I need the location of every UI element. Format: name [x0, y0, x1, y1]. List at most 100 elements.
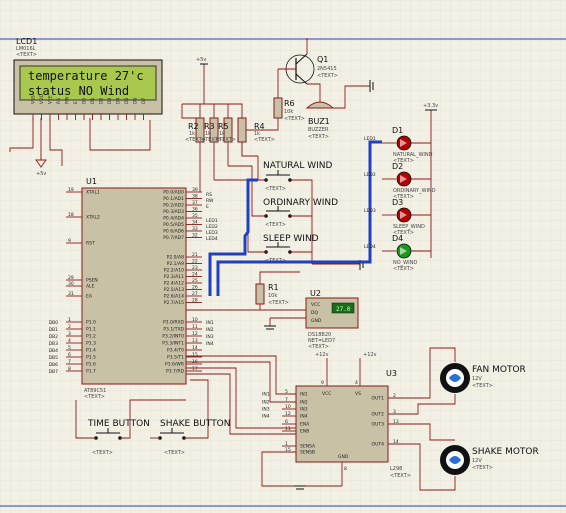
- mcu-pin-name: P2.4/A12: [164, 281, 184, 287]
- mcu-pin-name: P0.6/AD6: [163, 229, 184, 235]
- mcu-net-label: RW: [206, 198, 214, 204]
- mcu-pin-num-17: 17: [192, 366, 198, 372]
- mcu-pin-name: P3.4/T0: [167, 348, 184, 354]
- fan-motor-text-tag: <TEXT>: [472, 383, 493, 389]
- switch-time-button-label: TIME BUTTON: [87, 419, 150, 429]
- mcu-pin-num-28: 28: [192, 298, 198, 304]
- lcd-pin-label-e: E: [73, 101, 79, 104]
- mcu-pin-name: P2.2/A10: [164, 268, 184, 274]
- mcu-pin-num-34: 34: [192, 220, 198, 226]
- driver-pin-num: 11: [285, 426, 291, 432]
- lcd-pin-label-rs: RS: [56, 98, 62, 104]
- r6-ref: R6: [284, 99, 295, 108]
- svg-text:<TEXT>: <TEXT>: [265, 222, 286, 228]
- shake-motor-text-tag: <TEXT>: [472, 465, 493, 471]
- driver-pin-name: IN2: [300, 400, 308, 406]
- led-ref: D4: [392, 234, 403, 243]
- r6-text-tag: <TEXT>: [284, 116, 305, 122]
- lcd-pin-label-rw: RW: [65, 96, 71, 104]
- mcu-pin-name-psen: PSEN: [86, 278, 98, 284]
- mcu-pin-num-12: 12: [192, 331, 198, 337]
- mcu-net-label: LED2: [206, 224, 218, 230]
- fan-motor-label: FAN MOTOR: [472, 365, 526, 375]
- fan-motor-voltage: 12V: [472, 376, 482, 382]
- mcu-pin-name: P3.1/TXD: [163, 327, 184, 333]
- mcu-pin-name: P0.3/AD3: [163, 209, 184, 215]
- driver-pin-gnd: GND: [338, 454, 349, 460]
- mcu-pin-name: P3.7/RD: [166, 369, 185, 375]
- mcu-pin-num-39: 39: [192, 187, 198, 193]
- driver-pin-num-gnd: 8: [344, 466, 347, 472]
- lcd-pin-label-vee: VEE: [48, 95, 54, 104]
- mcu-net-label: DB0: [49, 320, 59, 326]
- svg-text:<TEXT>: <TEXT>: [254, 137, 275, 143]
- mcu-pin-name: P2.1/A9: [167, 261, 184, 267]
- shake-motor-label: SHAKE MOTOR: [472, 447, 539, 457]
- driver-net-label: IN3: [262, 407, 270, 413]
- mcu-net-label: DB4: [49, 348, 59, 354]
- mcu-net-label: LED4: [206, 236, 218, 242]
- lcd-pin-label-d5: D5: [124, 98, 130, 104]
- driver-pin-name: OUT4: [372, 442, 385, 448]
- driver-pin-name: OUT3: [372, 422, 385, 428]
- mcu-pin-name-rst: RST: [86, 241, 95, 247]
- driver-pin-num: 12: [285, 411, 291, 417]
- mcu-net-label: IN4: [206, 341, 214, 347]
- schematic-canvas[interactable]: LCD1 LM016L <TEXT> temperature 27'c stat…: [0, 0, 566, 513]
- q1-part: 2N5415: [317, 66, 337, 72]
- driver-pin-name: ENA: [300, 422, 310, 428]
- r1-ref: R1: [268, 283, 279, 292]
- mcu-pin-num-26: 26: [192, 285, 198, 291]
- mcu-pin-num-29: 29: [68, 275, 74, 281]
- mcu-net-label: LED3: [206, 230, 218, 236]
- mcu-net-label: IN1: [206, 320, 214, 326]
- mcu-pin-name: P2.5/A13: [164, 287, 184, 293]
- driver-pin-num: 10: [285, 404, 291, 410]
- mcu-pin-num-35: 35: [192, 213, 198, 219]
- driver-net-label: IN4: [262, 414, 270, 420]
- svg-text:<TEXT>: <TEXT>: [215, 137, 236, 143]
- driver-net-label: IN2: [262, 400, 270, 406]
- svg-text:R4: R4: [254, 122, 265, 131]
- led-net: LED1: [364, 136, 376, 142]
- mcu-pin-name: P0.1/AD1: [163, 196, 184, 202]
- u2-ref: U2: [310, 289, 321, 298]
- svg-text:R2: R2: [188, 122, 199, 131]
- driver-pin-name: SENSA: [300, 444, 316, 450]
- svg-text:+12v: +12v: [315, 352, 329, 358]
- driver-pin-num-vcc: 9: [321, 380, 324, 386]
- mcu-pin-name-ea: EA: [86, 294, 93, 300]
- mcu-pin-num-23: 23: [192, 265, 198, 271]
- driver-pin-num: 6: [285, 419, 288, 425]
- mcu-pin-num-8: 8: [68, 366, 71, 372]
- mcu-pin-name-p1.2: P1.2: [86, 334, 96, 340]
- u1-ref: U1: [86, 177, 97, 186]
- mcu-pin-num-14: 14: [192, 345, 198, 351]
- mcu-net-label: DB7: [49, 369, 59, 375]
- switch-ordinary-wind-label: ORDINARY WIND: [263, 198, 338, 208]
- mcu-pin-num-4: 4: [68, 338, 71, 344]
- driver-pin-name: OUT2: [372, 412, 385, 418]
- mcu-pin-num-15: 15: [192, 352, 198, 358]
- mcu-pin-name-xtal1: XTAL1: [86, 190, 100, 196]
- mcu-pin-name-ale: ALE: [86, 284, 95, 290]
- driver-net-label: IN1: [262, 392, 270, 398]
- mcu-pin-name: P3.3/INT1: [162, 341, 184, 347]
- mcu-pin-num-27: 27: [192, 291, 198, 297]
- led-net: LED4: [364, 244, 376, 250]
- mcu-pin-num-6: 6: [68, 352, 71, 358]
- mcu-pin-name-p1.4: P1.4: [86, 348, 96, 354]
- svg-text:+3.3v: +3.3v: [423, 103, 438, 109]
- mcu-pin-num-1: 1: [68, 317, 71, 323]
- driver-pin-name: ENB: [300, 429, 309, 435]
- mcu-pin-num-33: 33: [192, 226, 198, 232]
- lcd-pin-label-d2: D2: [99, 98, 105, 104]
- mcu-pin-num-18: 18: [68, 212, 74, 218]
- mcu-net-label: RS: [206, 192, 212, 198]
- led-net: LED2: [364, 172, 376, 178]
- r1-text-tag: <TEXT>: [268, 300, 289, 306]
- mcu-net-label: DB3: [49, 341, 59, 347]
- mcu-pin-name-p1.0: P1.0: [86, 320, 96, 326]
- mcu-pin-num-11: 11: [192, 324, 198, 330]
- mcu-net-label: IN3: [206, 334, 214, 340]
